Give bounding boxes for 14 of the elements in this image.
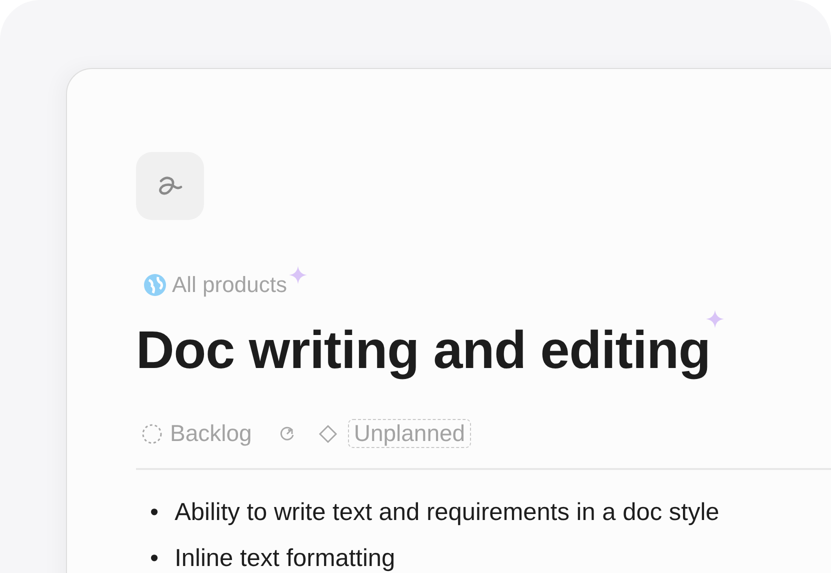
status-label[interactable]: Backlog [170, 420, 252, 447]
bullet-item: Inline text formatting [174, 544, 396, 573]
bullet-marker: • [150, 544, 159, 573]
sparkle-icon [288, 266, 307, 284]
page-title: Doc writing and editing [136, 320, 710, 381]
cycle-icon[interactable] [278, 424, 296, 442]
dashed-circle-icon [142, 424, 162, 444]
breadcrumb-link[interactable]: All products [172, 272, 287, 298]
sparkle-icon [706, 310, 724, 328]
globe-icon [144, 274, 166, 296]
bullet-marker: • [150, 498, 159, 528]
diamond-icon[interactable] [318, 424, 338, 444]
target-tag[interactable]: Unplanned [348, 419, 472, 448]
bullet-item: Ability to write text and requirements in a doc style [174, 498, 720, 528]
